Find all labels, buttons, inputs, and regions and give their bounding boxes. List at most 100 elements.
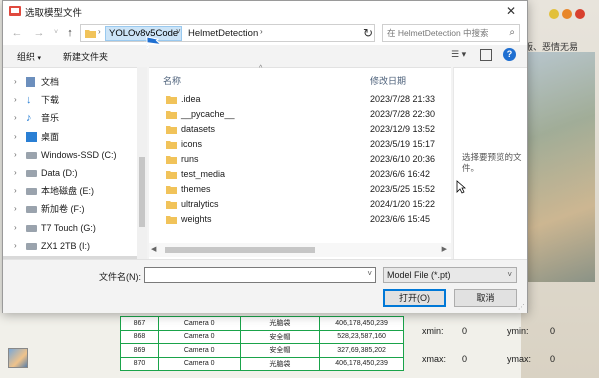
sidebar-item-label: T7 Touch (G:) [41,222,96,233]
drive-icon [26,224,37,232]
recent-locations-chevron-icon[interactable]: ˅ [49,25,63,41]
file-row[interactable]: themes 2023/5/25 15:52 [149,182,451,197]
scrollbar-thumb[interactable] [165,247,315,253]
file-name: __pycache__ [181,109,235,119]
forward-arrow-icon[interactable]: → [32,25,46,41]
breadcrumb-separator-icon[interactable]: › [260,27,263,36]
file-row[interactable]: weights 2023/6/6 15:45 [149,212,451,227]
sidebar-item[interactable]: › 桌面 [3,129,137,145]
scroll-left-icon[interactable]: ◀ [151,245,156,253]
table-cell: 安全帽 [239,329,321,344]
folder-icon [166,156,177,164]
table-row: 868 Camera 0 安全帽 528,23,587,160 [120,329,404,344]
search-input[interactable]: 在 HelmetDetection 中搜索 ⌕ [382,24,520,42]
video-preview-image [521,52,595,282]
file-row[interactable]: test_media 2023/6/6 16:42 [149,167,451,182]
file-row[interactable]: .idea 2023/7/28 21:33 [149,92,451,107]
sidebar-item[interactable]: › ♪ 音乐 [3,110,137,126]
column-header-date[interactable]: 修改日期 [370,74,406,87]
expand-chevron-icon[interactable]: › [14,129,17,145]
sidebar-item[interactable]: › Windows-SSD (C:) [3,147,137,163]
sidebar-item[interactable]: › ↓ 下载 [3,92,137,108]
drive-icon [26,151,37,159]
resize-grip-icon[interactable]: ⋰ [518,303,525,311]
music-icon: ♪ [26,112,32,125]
expand-chevron-icon[interactable]: › [14,110,17,126]
file-row[interactable]: datasets 2023/12/9 13:52 [149,122,451,137]
expand-chevron-icon[interactable]: › [14,147,17,163]
minimize-dot-icon[interactable] [549,9,559,19]
mouse-pointer-icon [456,180,466,194]
sidebar-item-label: 音乐 [41,113,60,124]
expand-chevron-icon[interactable]: › [14,220,17,236]
file-row[interactable]: icons 2023/5/19 15:17 [149,137,451,152]
folder-icon [166,126,177,134]
navigation-pane-scrollbar[interactable] [137,67,147,259]
view-options-icon[interactable]: ☰ ▾ [451,49,471,63]
file-row[interactable]: ultralytics 2024/1/20 15:22 [149,197,451,212]
up-arrow-icon[interactable]: ↑ [63,25,77,41]
scrollbar-thumb[interactable] [139,157,145,227]
search-icon: ⌕ [509,27,515,38]
expand-chevron-icon[interactable]: › [14,183,17,199]
organize-button[interactable]: 组织 ▾ [17,50,41,63]
expand-chevron-icon[interactable]: › [14,74,17,90]
chevron-down-icon[interactable]: ˅ [367,269,372,278]
help-icon[interactable]: ? [503,48,516,61]
scroll-right-icon[interactable]: ▶ [442,245,447,253]
sidebar-item-label: ZX1 2TB (I:) [41,240,91,251]
detection-results-table: 867 Camera 0 光脑袋 406,178,450,239 868 Camera 0… [120,316,404,371]
sidebar-item-label: 文档 [41,77,60,87]
folder-icon [166,171,177,179]
breadcrumb-item-helmetdetection[interactable]: HelmetDetection [188,27,258,40]
bbox-coordinates-panel: xmin: 0 ymin: 0 xmax: 0 ymax: 0 [420,320,560,376]
preview-pane-icon[interactable] [480,49,492,61]
file-type-value: Model File (*.pt) [387,270,451,280]
table-cell: Camera 0 [157,356,241,371]
dialog-footer: 文件名(N): ˅ Model File (*.pt) ˅ 打开(O) 取消 ⋰ [3,259,527,313]
file-row[interactable]: runs 2023/6/10 20:36 [149,152,451,167]
app-hint-text: 贩、恶情无易 [524,42,579,52]
address-bar[interactable]: › YOLOv8v5Code ˅ HelmetDetection › ˅ [80,24,438,42]
open-button[interactable]: 打开(O) [383,289,446,307]
table-cell: Camera 0 [157,343,241,358]
cancel-button[interactable]: 取消 [454,289,517,307]
filename-input[interactable]: ˅ [144,267,376,283]
table-cell: 528,23,587,160 [319,329,404,344]
expand-chevron-icon[interactable]: › [14,92,17,108]
file-row[interactable]: __pycache__ 2023/7/28 22:30 [149,107,451,122]
sidebar-item[interactable]: › ZX1 2TB (I:) [3,238,137,254]
dialog-toolbar: 组织 ▾ 新建文件夹 ☰ ▾ ? [3,45,527,67]
file-date: 2023/6/6 15:45 [370,214,431,224]
file-list-horizontal-scrollbar[interactable]: ◀ ▶ [149,243,451,257]
avatar[interactable] [8,348,28,368]
file-type-select[interactable]: Model File (*.pt) ˅ [383,267,517,283]
file-name: runs [181,154,199,164]
file-name: test_media [181,169,226,179]
new-folder-button[interactable]: 新建文件夹 [63,50,108,63]
close-dot-icon[interactable] [575,9,585,19]
column-header-name[interactable]: 名称 [163,74,181,87]
file-name: ultralytics [181,199,219,209]
sidebar-item[interactable]: › 文档 [3,74,137,90]
folder-icon [166,186,177,194]
sidebar-item[interactable]: › T7 Touch (G:) [3,220,137,236]
chevron-down-icon[interactable]: ˅ [176,27,181,36]
maximize-dot-icon[interactable] [562,9,572,19]
sidebar-item-label: Windows-SSD (C:) [41,149,117,160]
close-button[interactable]: ✕ [503,3,519,19]
dialog-titlebar[interactable]: 选取模型文件 ✕ [3,1,527,21]
drive-icon [26,242,37,250]
ymin-label: ymin: [507,326,529,336]
expand-chevron-icon[interactable]: › [14,238,17,254]
table-cell: 406,178,450,239 [319,316,404,331]
expand-chevron-icon[interactable]: › [14,165,17,181]
expand-chevron-icon[interactable]: › [14,201,17,217]
refresh-icon[interactable]: ↻ [361,25,375,41]
sidebar-item[interactable]: › Data (D:) [3,165,137,181]
sidebar-item[interactable]: › 新加卷 (F:) [3,201,137,217]
table-cell: Camera 0 [157,329,241,344]
folder-icon [166,111,177,119]
back-arrow-icon[interactable]: ← [10,25,24,41]
sidebar-item[interactable]: › 本地磁盘 (E:) [3,183,137,199]
